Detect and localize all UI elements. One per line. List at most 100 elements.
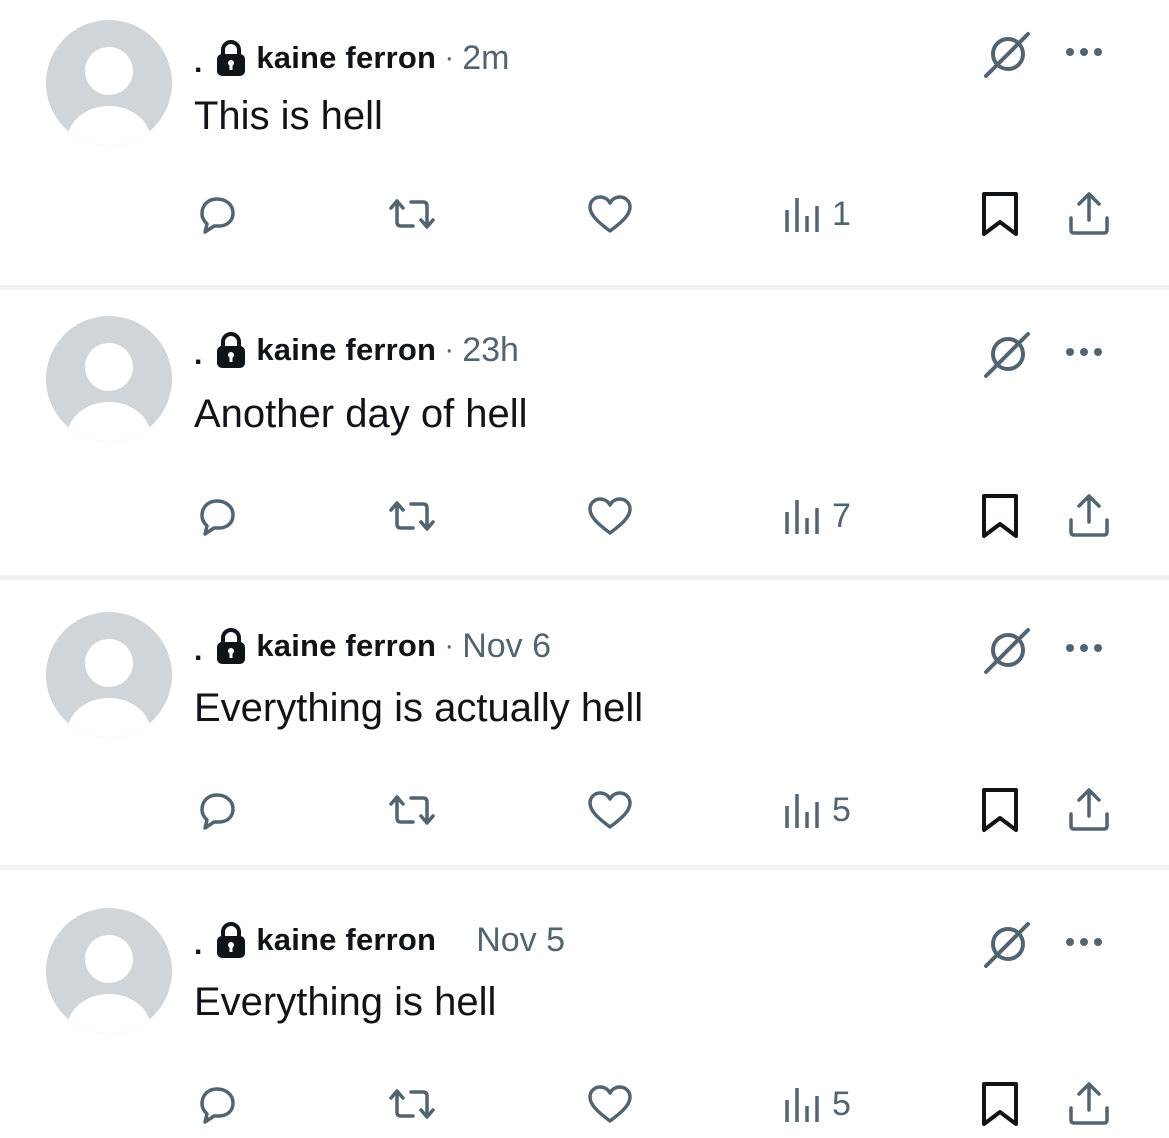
display-name[interactable]: kaine ferron (256, 922, 436, 958)
action-bar: 5 (0, 1080, 1169, 1128)
views-button[interactable]: 1 (780, 190, 851, 238)
reply-icon (200, 499, 235, 536)
like-button[interactable] (584, 786, 636, 834)
share-button[interactable] (1064, 1080, 1114, 1128)
bookmark-icon (982, 192, 1018, 236)
post[interactable]: . kaine ferron Nov 5 Everything is hell (0, 870, 1169, 1138)
share-icon (1069, 1082, 1109, 1125)
more-options-icon[interactable] (1064, 40, 1104, 64)
view-count: 5 (832, 1084, 851, 1123)
display-name[interactable]: kaine ferron (256, 628, 436, 664)
post[interactable]: . kaine ferron · 2m This is hell 1 (0, 0, 1169, 290)
name-prefix: . (194, 928, 203, 961)
bookmark-icon (982, 788, 1018, 832)
timeline-feed: . kaine ferron · 2m This is hell 1 . kai… (0, 0, 1169, 1138)
bookmark-button[interactable] (978, 786, 1022, 834)
repost-icon (389, 501, 435, 531)
like-button[interactable] (584, 1080, 636, 1128)
views-button[interactable]: 5 (780, 786, 851, 834)
reply-button[interactable] (192, 190, 242, 238)
post-text: This is hell (194, 94, 383, 138)
lock-icon (217, 628, 246, 664)
post-text: Everything is hell (194, 980, 497, 1024)
bookmark-icon (982, 494, 1018, 538)
post-top-icons (980, 920, 1120, 970)
share-button[interactable] (1064, 786, 1114, 834)
views-icon (785, 1088, 819, 1122)
avatar[interactable] (46, 908, 172, 1034)
like-icon (588, 497, 632, 535)
share-icon (1069, 494, 1109, 537)
repost-button[interactable] (383, 190, 441, 238)
post[interactable]: . kaine ferron · Nov 6 Everything is act… (0, 580, 1169, 870)
share-icon (1069, 192, 1109, 235)
display-name[interactable]: kaine ferron (256, 332, 436, 368)
post-text: Everything is actually hell (194, 686, 644, 730)
reply-button[interactable] (192, 1080, 242, 1128)
views-button[interactable]: 7 (780, 492, 851, 540)
repost-icon (389, 795, 435, 825)
display-name[interactable]: kaine ferron (256, 40, 436, 76)
share-button[interactable] (1064, 190, 1114, 238)
bookmark-button[interactable] (978, 1080, 1022, 1128)
repost-icon (389, 1089, 435, 1119)
lock-icon (217, 40, 246, 76)
lock-icon (217, 922, 246, 958)
post-top-icons (980, 30, 1120, 80)
bookmark-icon (982, 1082, 1018, 1126)
like-icon (588, 195, 632, 233)
reply-button[interactable] (192, 786, 242, 834)
avatar[interactable] (46, 316, 172, 442)
like-button[interactable] (584, 492, 636, 540)
timestamp[interactable]: 23h (462, 331, 519, 370)
like-icon (588, 1085, 632, 1123)
view-count: 1 (832, 194, 851, 233)
views-icon (785, 198, 819, 232)
views-button[interactable]: 5 (780, 1080, 851, 1128)
post-header: . kaine ferron · Nov 6 (194, 624, 551, 668)
post-text: Another day of hell (194, 392, 528, 436)
grok-icon[interactable] (980, 330, 1032, 380)
view-count: 7 (832, 496, 851, 535)
reply-icon (200, 793, 235, 830)
post-top-icons (980, 626, 1120, 676)
grok-icon[interactable] (980, 30, 1032, 80)
separator-dot: · (444, 41, 455, 74)
timestamp[interactable]: Nov 6 (462, 627, 551, 666)
post-header: . kaine ferron · 23h (194, 328, 519, 372)
separator-dot: · (444, 629, 455, 662)
repost-button[interactable] (383, 786, 441, 834)
separator-dot: · (444, 333, 455, 366)
reply-icon (200, 197, 235, 234)
repost-button[interactable] (383, 1080, 441, 1128)
views-icon (785, 794, 819, 828)
post-header: . kaine ferron Nov 5 (194, 918, 565, 962)
post[interactable]: . kaine ferron · 23h Another day of hell (0, 290, 1169, 580)
grok-icon[interactable] (980, 920, 1032, 970)
share-button[interactable] (1064, 492, 1114, 540)
more-options-icon[interactable] (1064, 930, 1104, 954)
repost-button[interactable] (383, 492, 441, 540)
more-options-icon[interactable] (1064, 340, 1104, 364)
reply-icon (200, 1087, 235, 1124)
action-bar: 1 (0, 190, 1169, 238)
bookmark-button[interactable] (978, 190, 1022, 238)
share-icon (1069, 788, 1109, 831)
name-prefix: . (194, 634, 203, 667)
avatar[interactable] (46, 612, 172, 738)
more-options-icon[interactable] (1064, 636, 1104, 660)
bookmark-button[interactable] (978, 492, 1022, 540)
post-header: . kaine ferron · 2m (194, 36, 509, 80)
timestamp[interactable]: Nov 5 (476, 921, 565, 960)
reply-button[interactable] (192, 492, 242, 540)
grok-icon[interactable] (980, 626, 1032, 676)
like-icon (588, 791, 632, 829)
name-prefix: . (194, 46, 203, 79)
action-bar: 7 (0, 492, 1169, 540)
lock-icon (217, 332, 246, 368)
views-icon (785, 500, 819, 534)
view-count: 5 (832, 790, 851, 829)
avatar[interactable] (46, 20, 172, 146)
timestamp[interactable]: 2m (462, 39, 509, 78)
like-button[interactable] (584, 190, 636, 238)
